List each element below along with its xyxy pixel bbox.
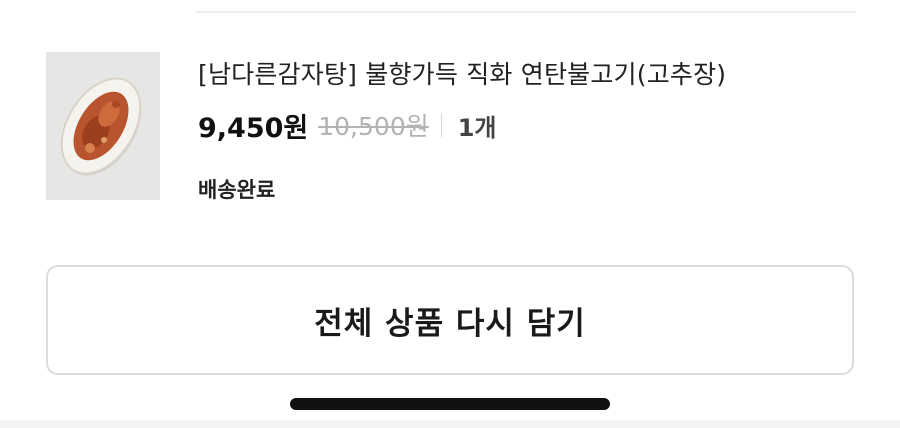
sale-price: 9,450원 <box>198 112 309 144</box>
quantity: 1개 <box>457 113 497 142</box>
product-thumbnail[interactable] <box>46 52 160 200</box>
readd-all-label: 전체 상품 다시 담기 <box>314 305 586 342</box>
bottom-band <box>0 420 900 428</box>
price-divider <box>440 113 442 137</box>
original-price: 10,500원 <box>318 112 429 141</box>
price-row: 9,450원 10,500원 1개 <box>198 105 497 145</box>
home-indicator <box>290 398 610 410</box>
product-name[interactable]: [남다른감자탕] 불향가득 직화 연탄불고기(고추장) <box>198 55 726 95</box>
top-divider <box>196 11 856 13</box>
delivery-status: 배송완료 <box>198 178 276 202</box>
readd-all-button[interactable]: 전체 상품 다시 담기 <box>46 265 854 375</box>
product-image-graphic <box>46 52 160 200</box>
